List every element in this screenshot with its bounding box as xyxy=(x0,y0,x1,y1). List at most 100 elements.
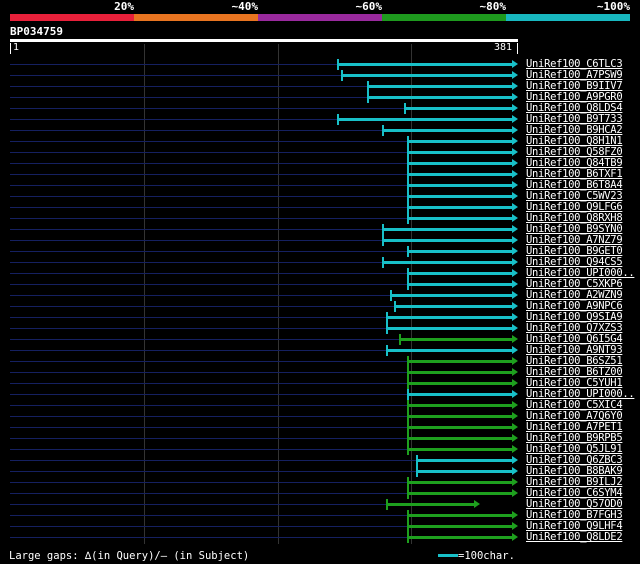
query-title: BP034759 xyxy=(10,25,63,38)
unaligned-region-line xyxy=(10,416,408,417)
blast-graphic-view: 20% ~40% ~60% ~80% ~100% BP034759 1 381 … xyxy=(0,0,640,564)
unaligned-region-line xyxy=(10,493,408,494)
hit-end-arrow-icon xyxy=(512,511,518,519)
hit-alignment-bar[interactable] xyxy=(417,459,513,462)
hit-alignment-bar[interactable] xyxy=(382,239,513,242)
hit-id-link[interactable]: UniRef100_Q8LDE2 xyxy=(526,531,623,543)
hit-alignment-bar[interactable] xyxy=(407,184,513,187)
ruler-start-label: 1 xyxy=(13,42,20,53)
hit-end-arrow-icon xyxy=(512,423,518,431)
unaligned-region-line xyxy=(10,284,408,285)
hit-alignment-bar[interactable] xyxy=(407,426,513,429)
unaligned-region-line xyxy=(10,97,369,98)
hit-alignment-bar[interactable] xyxy=(399,338,513,341)
hit-alignment-bar[interactable] xyxy=(407,250,513,253)
unaligned-region-line xyxy=(10,86,369,87)
hit-alignment-bar[interactable] xyxy=(407,283,513,286)
hit-alignment-bar[interactable] xyxy=(407,415,513,418)
unaligned-region-line xyxy=(10,262,383,263)
scale-label-100: ~100% xyxy=(596,0,630,13)
hit-end-arrow-icon xyxy=(512,148,518,156)
hit-alignment-bar[interactable] xyxy=(407,536,513,539)
hit-alignment-bar[interactable] xyxy=(405,107,513,110)
hit-end-arrow-icon xyxy=(512,313,518,321)
hit-end-arrow-icon xyxy=(512,280,518,288)
hit-end-arrow-icon xyxy=(512,126,518,134)
color-segment-60 xyxy=(258,14,382,21)
hit-alignment-bar[interactable] xyxy=(386,503,475,506)
hit-alignment-bar[interactable] xyxy=(407,393,513,396)
hit-end-arrow-icon xyxy=(512,533,518,541)
hit-alignment-bar[interactable] xyxy=(407,371,513,374)
hit-alignment-bar[interactable] xyxy=(407,360,513,363)
unaligned-region-line xyxy=(10,460,418,461)
hit-alignment-bar[interactable] xyxy=(337,118,513,121)
unaligned-region-line xyxy=(10,383,408,384)
hit-end-arrow-icon xyxy=(512,203,518,211)
unaligned-region-line xyxy=(10,537,408,538)
hit-alignment-bar[interactable] xyxy=(382,129,513,132)
hit-end-arrow-icon xyxy=(512,401,518,409)
unaligned-region-line xyxy=(10,361,408,362)
hit-alignment-bar[interactable] xyxy=(368,85,513,88)
unaligned-region-line xyxy=(10,75,342,76)
hit-alignment-bar[interactable] xyxy=(386,316,513,319)
hit-alignment-bar[interactable] xyxy=(407,272,513,275)
color-segment-40 xyxy=(134,14,258,21)
hit-alignment-bar[interactable] xyxy=(407,492,513,495)
hit-alignment-bar[interactable] xyxy=(407,217,513,220)
unaligned-region-line xyxy=(10,130,383,131)
hit-alignment-bar[interactable] xyxy=(386,327,513,330)
hit-alignment-bar[interactable] xyxy=(407,404,513,407)
hit-end-arrow-icon xyxy=(512,115,518,123)
hit-alignment-bar[interactable] xyxy=(382,261,513,264)
hit-end-arrow-icon xyxy=(512,368,518,376)
hit-end-arrow-icon xyxy=(512,93,518,101)
unaligned-region-line xyxy=(10,196,408,197)
hit-alignment-bar[interactable] xyxy=(382,228,513,231)
hit-end-arrow-icon xyxy=(512,137,518,145)
query-line xyxy=(10,39,518,42)
hit-end-arrow-icon xyxy=(512,236,518,244)
hit-alignment-bar[interactable] xyxy=(407,162,513,165)
unaligned-region-line xyxy=(10,438,408,439)
hit-alignment-bar[interactable] xyxy=(368,96,513,99)
hit-alignment-bar[interactable] xyxy=(407,481,513,484)
unaligned-region-line xyxy=(10,207,408,208)
hit-alignment-bar[interactable] xyxy=(341,74,513,77)
hit-end-arrow-icon xyxy=(512,258,518,266)
unaligned-region-line xyxy=(10,229,383,230)
hit-alignment-bar[interactable] xyxy=(407,437,513,440)
hit-alignment-bar[interactable] xyxy=(386,349,513,352)
hit-end-arrow-icon xyxy=(512,390,518,398)
hit-alignment-bar[interactable] xyxy=(407,514,513,517)
hit-end-arrow-icon xyxy=(512,60,518,68)
scale-label-80: ~80% xyxy=(479,0,507,13)
hit-alignment-bar[interactable] xyxy=(407,151,513,154)
hit-alignment-bar[interactable] xyxy=(417,470,513,473)
ruler-start-tick xyxy=(10,43,11,54)
unaligned-region-line xyxy=(10,328,387,329)
hit-alignment-bar[interactable] xyxy=(394,305,513,308)
unaligned-region-line xyxy=(10,251,408,252)
hit-end-arrow-icon xyxy=(512,192,518,200)
hit-end-arrow-icon xyxy=(512,467,518,475)
hit-alignment-bar[interactable] xyxy=(407,206,513,209)
unaligned-region-line xyxy=(10,504,387,505)
hit-alignment-bar[interactable] xyxy=(407,525,513,528)
hit-alignment-bar[interactable] xyxy=(407,448,513,451)
unaligned-region-line xyxy=(10,515,408,516)
hit-alignment-bar[interactable] xyxy=(407,140,513,143)
hit-end-arrow-icon xyxy=(512,225,518,233)
unaligned-region-line xyxy=(10,339,400,340)
unaligned-region-line xyxy=(10,64,338,65)
hit-alignment-bar[interactable] xyxy=(337,63,513,66)
hit-alignment-bar[interactable] xyxy=(407,173,513,176)
hit-alignment-bar[interactable] xyxy=(407,195,513,198)
unaligned-region-line xyxy=(10,372,408,373)
hit-end-arrow-icon xyxy=(512,324,518,332)
hit-end-arrow-icon xyxy=(512,214,518,222)
hit-alignment-bar[interactable] xyxy=(407,382,513,385)
hit-alignment-bar[interactable] xyxy=(390,294,513,297)
ruler-end-tick xyxy=(517,43,518,54)
